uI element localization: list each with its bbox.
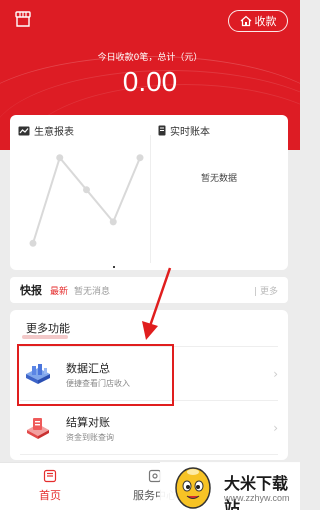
- chart-line: [32, 155, 141, 244]
- today-amount: 0.00: [122, 66, 178, 97]
- reports-card: 生意报表 实时账本 暂无数据: [10, 115, 288, 270]
- watermark-url: www.zzhyw.com: [224, 493, 290, 503]
- tab-home[interactable]: 首页: [20, 469, 80, 503]
- annotation-highlight-box: [17, 344, 174, 406]
- business-report-chart[interactable]: [20, 135, 148, 270]
- collect-payment-button[interactable]: 收款: [228, 10, 288, 32]
- collect-label: 收款: [254, 15, 277, 28]
- chart-point: [136, 154, 144, 162]
- feature-name: 结算对账: [66, 416, 110, 429]
- watermark: 大米下载站 www.zzhyw.com: [160, 462, 300, 510]
- feature-desc: 资金到账查询: [66, 433, 114, 442]
- chart-point: [109, 218, 117, 226]
- tab-label: 首页: [39, 489, 61, 502]
- watermark-name: 大米下载站: [224, 474, 289, 510]
- ledger-label: 实时账本: [170, 127, 210, 138]
- home-icon: [240, 15, 251, 27]
- home-icon: [43, 469, 57, 483]
- feature-item-settlement[interactable]: 结算对账 资金到账查询 ›: [10, 402, 288, 454]
- today-summary: 今日收款0笔，总计（元）: [97, 53, 203, 63]
- chart-point: [56, 154, 64, 162]
- news-new-badge: 最新: [50, 286, 69, 297]
- card-divider: [150, 135, 151, 263]
- news-label: 快报: [20, 284, 42, 297]
- ledger-title[interactable]: 实时账本: [158, 123, 210, 138]
- news-bar[interactable]: 快报 最新 暂无消息 | 更多: [10, 277, 288, 303]
- ledger-empty-text: 暂无数据: [200, 174, 237, 184]
- store-icon[interactable]: [14, 10, 32, 28]
- chart-icon: [18, 126, 30, 135]
- ledger-icon: [158, 125, 166, 136]
- chevron-right-icon: ›: [273, 421, 278, 435]
- more-features-title: 更多功能: [26, 322, 70, 335]
- chevron-right-icon: ›: [273, 367, 278, 381]
- news-message: 暂无消息: [74, 286, 111, 297]
- mascot-logo: [175, 467, 211, 509]
- divider: [20, 454, 278, 455]
- settlement-icon: [27, 418, 49, 439]
- news-more-link[interactable]: | 更多: [254, 284, 278, 297]
- chart-point: [29, 239, 37, 247]
- chart-point: [83, 186, 90, 194]
- stray-dot: [113, 266, 115, 268]
